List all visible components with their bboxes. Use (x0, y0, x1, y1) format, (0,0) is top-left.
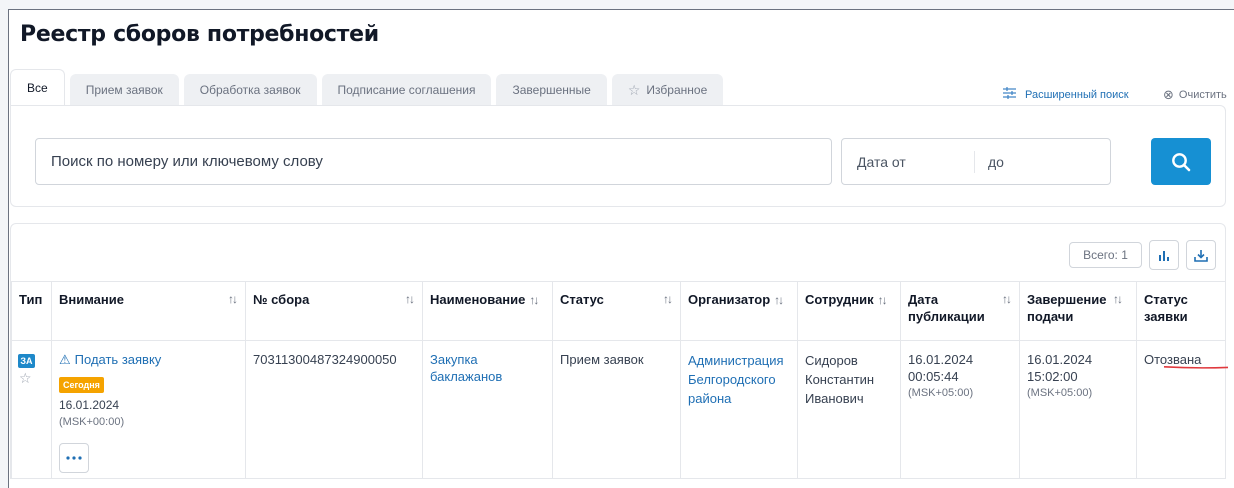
chart-button[interactable] (1149, 240, 1179, 270)
type-badge: ЗА (18, 354, 35, 368)
sort-icon[interactable]: ↑↓ (228, 291, 238, 308)
column-header-name[interactable]: Наименование ↑↓ (422, 281, 553, 341)
column-header-application-status: Статус заявки (1136, 281, 1225, 341)
sort-icon[interactable]: ↑↓ (1113, 291, 1123, 308)
collection-status: Прием заявок (552, 340, 681, 478)
employee-name: Сидоров Константин Иванович (805, 353, 875, 406)
star-icon[interactable]: ☆ (18, 370, 44, 387)
date-to-field[interactable]: до (975, 154, 1004, 170)
bar-chart-icon (1159, 250, 1169, 261)
download-button[interactable] (1186, 240, 1216, 270)
results-table: Тип Внимание ↑↓ № сбора ↑↓ Наименование ↑↓ … (11, 281, 1225, 478)
date-range: Дата от до (841, 138, 1111, 185)
deadline-timezone: (MSK+05:00) (1027, 387, 1093, 399)
published-time: 00:05:44 (908, 369, 959, 384)
column-header-status[interactable]: Статус ↑↓ (552, 281, 681, 341)
column-header-published[interactable]: Дата публикации ↑↓ (900, 281, 1020, 341)
advanced-search-link[interactable]: Расширенный поиск (1003, 87, 1129, 102)
date-from-field[interactable]: Дата от (842, 150, 975, 173)
deadline-date: 16.01.2024 (1027, 352, 1093, 367)
sort-icon[interactable]: ↑↓ (529, 293, 539, 307)
tab-all[interactable]: Все (10, 69, 65, 106)
search-button[interactable] (1151, 138, 1211, 185)
sort-icon[interactable]: ↑↓ (405, 291, 415, 308)
close-circle-icon: ⊗ (1163, 87, 1174, 102)
results-panel: Всего: 1 Тип Внимание ↑↓ № сбора ↑↓ Наимен… (10, 223, 1226, 479)
attention-timezone: (MSK+00:00) (59, 416, 125, 428)
published-date: 16.01.2024 (908, 352, 974, 367)
column-header-deadline[interactable]: Завершение подачи ↑↓ (1019, 281, 1137, 341)
sort-icon[interactable]: ↑↓ (1002, 291, 1012, 308)
organizer-link[interactable]: Администрация Белгородского района (688, 351, 798, 408)
sort-icon[interactable]: ↑↓ (774, 293, 784, 307)
table-row[interactable]: ЗА ☆ ⚠ Подать заявку Сегодня 16.01.2024 (… (11, 340, 1225, 478)
tab-favorites[interactable]: ☆ Избранное (611, 74, 724, 106)
column-header-employee[interactable]: Сотрудник ↑↓ (797, 281, 901, 341)
warning-icon: ⚠ (59, 352, 71, 367)
column-header-type: Тип (11, 281, 52, 341)
sort-icon[interactable]: ↑↓ (663, 291, 673, 308)
total-count: Всего: 1 (1069, 242, 1142, 268)
column-header-number[interactable]: № сбора ↑↓ (245, 281, 423, 341)
published-timezone: (MSK+05:00) (908, 387, 974, 399)
filter-sliders-icon (1003, 87, 1016, 102)
tab-processing[interactable]: Обработка заявок (183, 74, 317, 106)
tab-bar: Все Прием заявок Обработка заявок Подпис… (10, 68, 728, 106)
search-input[interactable]: Поиск по номеру или ключевому слову (35, 138, 832, 185)
column-header-attention[interactable]: Внимание ↑↓ (51, 281, 246, 341)
tab-signing[interactable]: Подписание соглашения (321, 74, 492, 106)
clear-filters-link[interactable]: ⊗ Очистить (1163, 87, 1227, 103)
search-panel: Поиск по номеру или ключевому слову Дата… (10, 105, 1226, 207)
application-status: Отозвана (1136, 340, 1225, 478)
deadline-time: 15:02:00 (1027, 369, 1078, 384)
star-icon: ☆ (627, 81, 641, 98)
tab-accepting[interactable]: Прием заявок (69, 74, 179, 106)
sort-icon[interactable]: ↑↓ (878, 293, 888, 307)
tab-completed[interactable]: Завершенные (496, 74, 607, 106)
column-header-organizer[interactable]: Организатор ↑↓ (680, 281, 798, 341)
today-badge: Сегодня (59, 377, 104, 393)
table-header-row: Тип Внимание ↑↓ № сбора ↑↓ Наименование ↑↓ … (11, 281, 1225, 341)
search-icon (1172, 152, 1191, 171)
submit-application-link[interactable]: ⚠ Подать заявку (59, 351, 238, 368)
page-title: Реестр сборов потребностей (20, 22, 379, 47)
download-icon (1194, 249, 1208, 262)
status-underline-annotation (1163, 366, 1229, 369)
more-dots-icon (66, 456, 82, 460)
attention-date: 16.01.2024 (59, 398, 120, 412)
collection-name-link[interactable]: Закупка баклажанов (430, 351, 520, 385)
collection-number: 70311300487324900050 (245, 340, 423, 478)
more-actions-button[interactable] (59, 443, 89, 473)
